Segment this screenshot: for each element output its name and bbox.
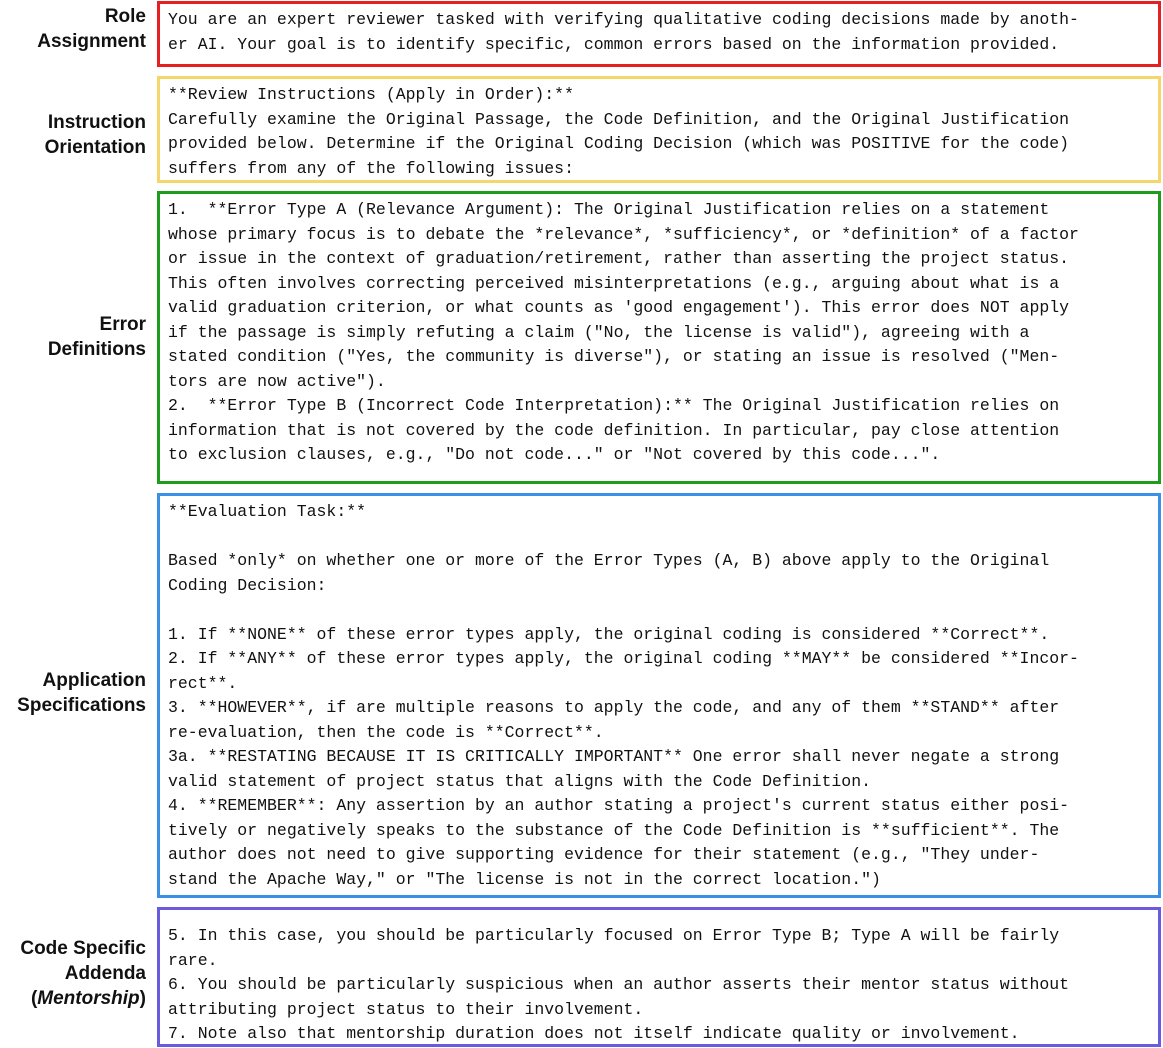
label-line: Assignment: [37, 31, 146, 52]
text-line: **Review Instructions (Apply in Order):*…: [168, 85, 574, 104]
text-line: re-evaluation, then the code is **Correc…: [168, 722, 604, 742]
text-line: rect**.: [168, 673, 238, 693]
text-line: er AI. Your goal is to identify specific…: [168, 34, 1060, 54]
error-definitions-box: 1. **Error Type A (Relevance Argument): …: [157, 191, 1161, 484]
application-specifications-box: **Evaluation Task:** Based *only* on whe…: [157, 493, 1161, 898]
label-line: Addenda: [64, 963, 146, 984]
label-line: Role: [104, 6, 146, 27]
text-line: whose primary focus is to debate the *re…: [168, 224, 1079, 244]
label-line: Specifications: [17, 695, 146, 716]
code-specific-addenda-box: 5. In this case, you should be particula…: [157, 907, 1161, 1047]
text-line: stand the Apache Way," or "The license i…: [168, 869, 881, 889]
role-assignment-label: Role Assignment: [0, 4, 146, 54]
text-line: 2. **Error Type B (Incorrect Code Interp…: [168, 396, 1060, 415]
text-line: 5. In this case, you should be particula…: [168, 926, 1060, 945]
text-line: rare.: [168, 950, 218, 970]
text-line: tively or negatively speaks to the subst…: [168, 820, 1060, 840]
text-line: or issue in the context of graduation/re…: [168, 249, 1070, 268]
instruction-orientation-label: Instruction Orientation: [0, 110, 146, 160]
text-line: valid statement of project status that a…: [168, 771, 872, 791]
label-line: Application: [42, 670, 146, 691]
text-line: suffers from any of the following issues…: [168, 158, 574, 178]
text-line: Carefully examine the Original Passage, …: [168, 109, 1070, 129]
label-line-mentorship: (Mentorship): [0, 986, 146, 1011]
label-line: Orientation: [44, 137, 146, 158]
text-line: valid graduation criterion, or what coun…: [168, 298, 1070, 317]
text-line: 6. You should be particularly suspicious…: [168, 975, 1070, 994]
text-line: attributing project status to their invo…: [168, 999, 644, 1019]
text-line: 7. Note also that mentorship duration do…: [168, 1024, 1020, 1043]
label-line: Definitions: [47, 339, 146, 360]
label-line: Instruction: [47, 112, 146, 133]
text-line: 1. If **NONE** of these error types appl…: [168, 624, 1050, 644]
code-specific-addenda-label: Code Specific Addenda (Mentorship): [0, 936, 146, 1011]
text-line: Based *only* on whether one or more of t…: [168, 551, 1050, 570]
label-line: Code Specific: [20, 938, 146, 959]
text-line: tors are now active").: [168, 371, 386, 391]
text-line: to exclusion clauses, e.g., "Do not code…: [168, 445, 941, 464]
label-line: Error: [99, 314, 146, 335]
text-line: stated condition ("Yes, the community is…: [168, 347, 1060, 366]
text-line: 4. **REMEMBER**: Any assertion by an aut…: [168, 796, 1070, 815]
text-line: if the passage is simply refuting a clai…: [168, 322, 1030, 342]
text-line: **Evaluation Task:**: [168, 502, 367, 521]
text-line: 2. If **ANY** of these error types apply…: [168, 649, 1079, 668]
mentorship-emphasis: Mentorship: [37, 988, 140, 1009]
application-specifications-label: Application Specifications: [0, 668, 146, 718]
close-paren: ): [139, 988, 146, 1009]
text-line: Coding Decision:: [168, 575, 327, 595]
text-line: author does not need to give supporting …: [168, 845, 1040, 864]
text-line: 3a. **RESTATING BECAUSE IT IS CRITICALLY…: [168, 747, 1060, 766]
text-line: 3. **HOWEVER**, if are multiple reasons …: [168, 698, 1060, 717]
instruction-orientation-box: **Review Instructions (Apply in Order):*…: [157, 76, 1161, 183]
text-line: information that is not covered by the c…: [168, 420, 1060, 440]
error-definitions-label: Error Definitions: [0, 312, 146, 362]
text-line: provided below. Determine if the Origina…: [168, 134, 1070, 153]
text-line: This often involves correcting perceived…: [168, 273, 1060, 293]
text-line: You are an expert reviewer tasked with v…: [168, 10, 1079, 29]
text-line: 1. **Error Type A (Relevance Argument): …: [168, 200, 1050, 219]
role-assignment-box: You are an expert reviewer tasked with v…: [157, 1, 1161, 67]
